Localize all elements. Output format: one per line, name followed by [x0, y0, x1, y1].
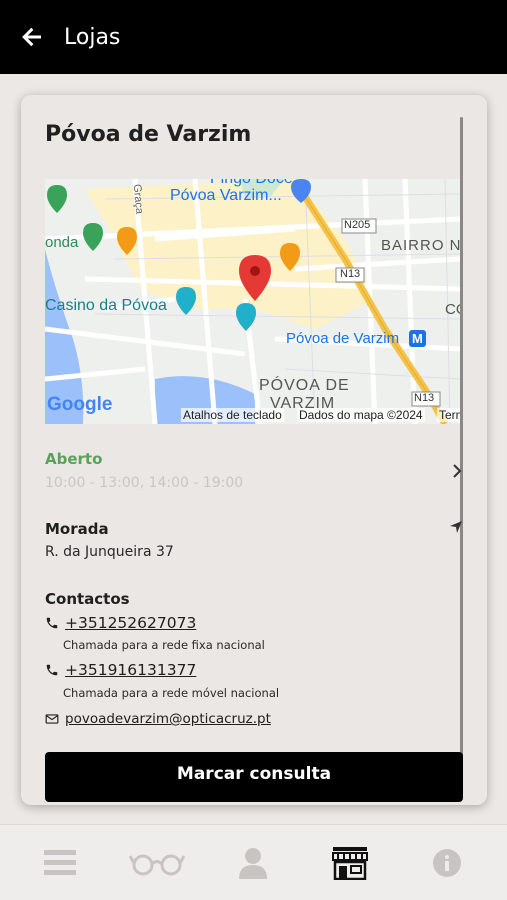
contacts-title: Contactos	[45, 590, 130, 608]
store-icon	[332, 846, 369, 880]
store-map[interactable]: M Pingo Doce Póvoa Varzim... Graça onda …	[45, 179, 460, 424]
map-label-co: CO	[445, 301, 460, 318]
poi-green-marker	[47, 185, 67, 213]
map-label-graca: Graça	[130, 183, 146, 215]
phone-row-2[interactable]: +351916131377	[45, 661, 196, 679]
email-link[interactable]: povoadevarzim@opticacruz.pt	[65, 711, 271, 727]
glasses-icon	[128, 854, 185, 875]
phone-link-2[interactable]: +351916131377	[65, 661, 196, 679]
map-label-bairro: BAIRRO N	[381, 237, 460, 254]
nav-profile[interactable]	[223, 838, 283, 888]
map-label-metro: Póvoa de Varzim	[286, 330, 400, 347]
poi-camera-marker-2	[236, 303, 256, 331]
nav-stores[interactable]	[320, 838, 380, 888]
map-label-povoa-de: PÓVOA DE	[259, 377, 350, 394]
map-terms[interactable]: Term	[437, 408, 460, 422]
user-icon	[239, 847, 268, 879]
phone-link-1[interactable]: +351252627073	[65, 614, 196, 632]
back-button[interactable]	[0, 0, 64, 74]
address-title: Morada	[45, 520, 109, 538]
nav-info[interactable]	[417, 838, 477, 888]
phone-icon	[46, 617, 58, 629]
info-icon	[432, 848, 461, 877]
store-card: Póvoa de Varzim M Póvoa Varzim... Graça …	[21, 95, 487, 805]
bottom-navigation	[0, 824, 507, 900]
menu-icon	[44, 849, 77, 875]
phone-note-2: Chamada para a rede móvel nacional	[63, 686, 280, 700]
map-data-attribution: Dados do mapa ©2024	[297, 408, 425, 422]
map-label-povoa-top: Póvoa Varzim...	[170, 187, 282, 204]
store-name: Póvoa de Varzim	[45, 122, 252, 147]
scrollbar[interactable]	[460, 117, 463, 757]
hours-status: Aberto	[45, 450, 103, 468]
nav-glasses[interactable]	[127, 838, 187, 888]
envelope-icon	[45, 714, 59, 724]
book-appointment-button[interactable]: Marcar consulta	[45, 752, 463, 802]
navigation-arrow-icon[interactable]	[449, 520, 463, 534]
phone-row-1[interactable]: +351252627073	[45, 614, 196, 632]
phone-note-1: Chamada para a rede fixa nacional	[63, 638, 265, 652]
top-app-bar: Lojas	[0, 0, 507, 74]
svg-text:M: M	[412, 331, 423, 346]
poi-camera-marker	[176, 287, 196, 315]
arrow-left-icon	[22, 27, 41, 47]
map-label-n13b: N13	[414, 392, 435, 404]
email-row[interactable]: povoadevarzim@opticacruz.pt	[45, 711, 271, 727]
nav-menu[interactable]	[30, 838, 90, 888]
address-value: R. da Junqueira 37	[45, 544, 174, 560]
map-label-n13a: N13	[340, 268, 361, 280]
poi-green-marker-2	[83, 223, 103, 251]
map-label-n205: N205	[344, 219, 371, 231]
google-logo: Google	[47, 394, 113, 415]
map-label-casino: Casino da Póvoa	[45, 297, 167, 314]
map-keyboard-shortcuts[interactable]: Atalhos de teclado	[181, 408, 284, 422]
hours-value: 10:00 - 13:00, 14:00 - 19:00	[45, 475, 244, 491]
chevron-right-icon[interactable]	[451, 463, 463, 479]
page-title: Lojas	[64, 24, 121, 50]
map-label-onda: onda	[45, 234, 79, 251]
phone-icon	[46, 664, 58, 676]
